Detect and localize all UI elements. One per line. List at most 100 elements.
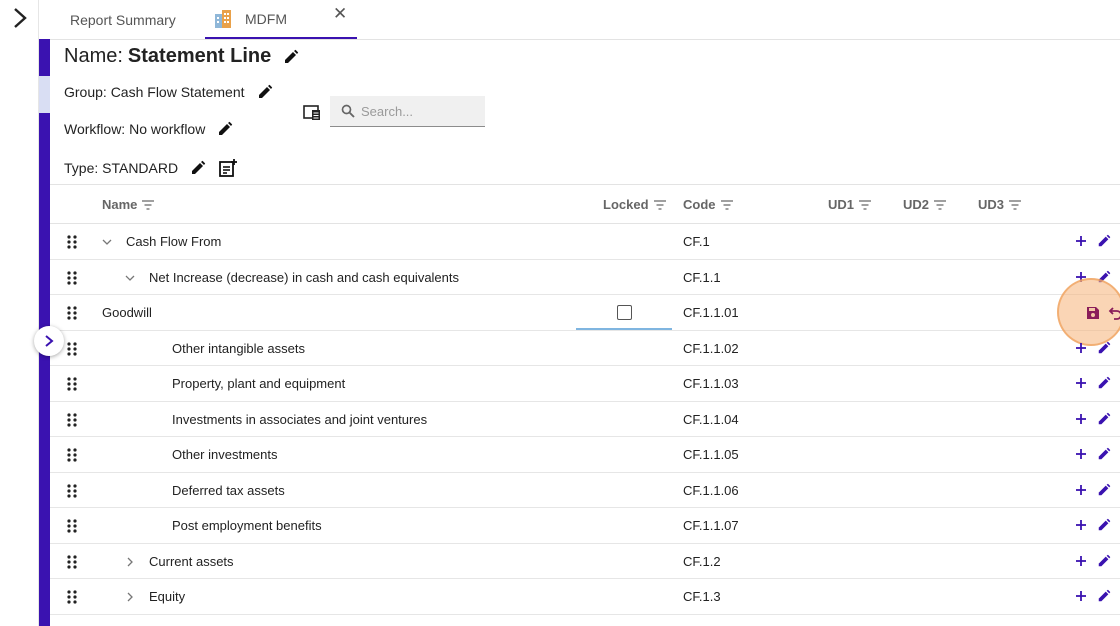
edit-row-icon[interactable] — [1097, 589, 1111, 603]
edit-workflow-icon[interactable] — [217, 121, 233, 137]
undo-icon[interactable] — [1108, 306, 1120, 320]
row-name[interactable]: Goodwill — [102, 295, 152, 330]
drag-handle-icon[interactable] — [67, 235, 77, 249]
type-line: Type: STANDARD — [64, 158, 238, 178]
chevron-right-icon[interactable] — [9, 6, 31, 30]
row-code: CF.1.1.02 — [683, 340, 739, 356]
locked-checkbox[interactable] — [617, 305, 632, 320]
chevron-down-icon[interactable] — [125, 273, 135, 283]
table-row[interactable]: Other intangible assets CF.1.1.02 — [50, 331, 1120, 366]
group-text: Group: Cash Flow Statement — [64, 84, 245, 100]
data-grid: Name Locked Code UD1 UD2 UD3 Cash Flow F… — [50, 184, 1120, 615]
table-row[interactable]: Net Increase (decrease) in cash and cash… — [50, 260, 1120, 295]
column-header-label: UD3 — [978, 197, 1005, 212]
add-child-icon[interactable] — [1074, 589, 1088, 603]
column-header-label: Locked — [603, 197, 649, 212]
edit-row-icon[interactable] — [1097, 554, 1111, 568]
drag-handle-icon[interactable] — [67, 377, 77, 391]
edit-row-icon[interactable] — [1097, 412, 1111, 426]
add-child-icon[interactable] — [1074, 376, 1088, 390]
row-name: Property, plant and equipment — [172, 376, 346, 391]
table-row[interactable]: Deferred tax assets CF.1.1.06 — [50, 473, 1120, 508]
workflow-line: Workflow: No workflow — [64, 121, 233, 137]
table-row[interactable]: Cash Flow From CF.1 — [50, 224, 1120, 260]
column-header-ud1[interactable]: UD1 — [828, 185, 872, 224]
column-view-icon[interactable] — [303, 103, 321, 121]
add-note-icon[interactable] — [218, 158, 238, 178]
row-name: Post employment benefits — [172, 518, 322, 533]
column-header-label: UD2 — [903, 197, 930, 212]
drag-handle-icon[interactable] — [67, 341, 77, 356]
row-code: CF.1.1.01 — [683, 305, 739, 320]
table-row[interactable]: Property, plant and equipment CF.1.1.03 — [50, 366, 1120, 402]
search-input[interactable] — [361, 103, 481, 119]
column-header-ud2[interactable]: UD2 — [903, 185, 947, 224]
edit-row-icon[interactable] — [1097, 483, 1111, 497]
filter-icon[interactable] — [859, 199, 872, 210]
add-child-icon[interactable] — [1074, 554, 1088, 568]
workflow-text: Workflow: No workflow — [64, 121, 206, 137]
filter-icon[interactable] — [720, 199, 733, 210]
edit-row-icon[interactable] — [1097, 376, 1111, 390]
row-name: Other investments — [172, 447, 278, 462]
add-child-icon[interactable] — [1074, 483, 1088, 497]
drag-handle-icon[interactable] — [67, 554, 77, 569]
add-child-icon[interactable] — [1074, 518, 1088, 532]
column-header-label: Name — [102, 197, 138, 212]
table-row[interactable]: Post employment benefits CF.1.1.07 — [50, 508, 1120, 544]
chevron-right-icon[interactable] — [125, 557, 135, 567]
filter-icon[interactable] — [1009, 199, 1022, 210]
add-child-icon[interactable] — [1074, 447, 1088, 461]
row-name: Net Increase (decrease) in cash and cash… — [149, 269, 460, 285]
tab-mdfm[interactable]: MDFM ✕ — [205, 0, 357, 39]
column-header-name[interactable]: Name — [102, 185, 155, 224]
row-name: Cash Flow From — [126, 234, 222, 249]
save-icon[interactable] — [1086, 306, 1100, 320]
edit-row-icon[interactable] — [1097, 447, 1111, 461]
name-prefix: Name: — [64, 45, 123, 67]
drag-handle-icon[interactable] — [67, 519, 77, 533]
expand-panel-button[interactable] — [34, 326, 64, 356]
row-code: CF.1.1.05 — [683, 447, 739, 462]
grid-header: Name Locked Code UD1 UD2 UD3 — [50, 184, 1120, 224]
add-child-icon[interactable] — [1074, 412, 1088, 426]
filter-icon[interactable] — [653, 199, 666, 210]
edit-group-icon[interactable] — [257, 84, 273, 100]
drag-handle-icon[interactable] — [67, 270, 77, 285]
drag-handle-icon[interactable] — [67, 483, 77, 498]
edit-row-icon[interactable] — [1097, 518, 1111, 532]
edit-row-icon[interactable] — [1097, 341, 1111, 355]
tab-label: Report Summary — [70, 11, 176, 28]
tab-report-summary[interactable]: Report Summary — [70, 0, 176, 39]
row-code: CF.1.1 — [683, 269, 721, 285]
table-row-editing[interactable]: Goodwill CF.1.1.01 — [50, 278, 1120, 346]
row-name: Other intangible assets — [172, 340, 305, 356]
drag-handle-icon[interactable] — [67, 306, 77, 320]
type-text: Type: STANDARD — [64, 160, 179, 176]
column-header-ud3[interactable]: UD3 — [978, 185, 1022, 224]
column-header-code[interactable]: Code — [683, 185, 733, 224]
table-row[interactable]: Other investments CF.1.1.05 — [50, 437, 1120, 473]
edit-type-icon[interactable] — [190, 160, 206, 176]
edit-name-icon[interactable] — [283, 49, 299, 65]
chevron-down-icon[interactable] — [102, 237, 112, 247]
row-name: Equity — [149, 589, 186, 604]
drag-handle-icon[interactable] — [67, 590, 77, 604]
column-header-locked[interactable]: Locked — [603, 185, 666, 224]
edit-row-icon[interactable] — [1097, 234, 1111, 248]
row-code: CF.1.1.06 — [683, 482, 739, 498]
row-code: CF.1 — [683, 234, 710, 249]
filter-icon[interactable] — [934, 199, 947, 210]
drag-handle-icon[interactable] — [67, 448, 77, 462]
chevron-right-icon[interactable] — [125, 592, 135, 602]
name-line: Name: Statement Line — [64, 45, 299, 68]
table-row[interactable]: Investments in associates and joint vent… — [50, 402, 1120, 437]
add-child-icon[interactable] — [1074, 234, 1088, 248]
table-row[interactable]: Equity CF.1.3 — [50, 579, 1120, 615]
drag-handle-icon[interactable] — [67, 412, 77, 427]
filter-icon[interactable] — [142, 199, 155, 210]
table-row[interactable]: Current assets CF.1.2 — [50, 544, 1120, 579]
close-icon[interactable]: ✕ — [333, 4, 347, 24]
add-child-icon[interactable] — [1074, 341, 1088, 355]
tab-bar: Report Summary MDFM ✕ — [40, 0, 1120, 40]
